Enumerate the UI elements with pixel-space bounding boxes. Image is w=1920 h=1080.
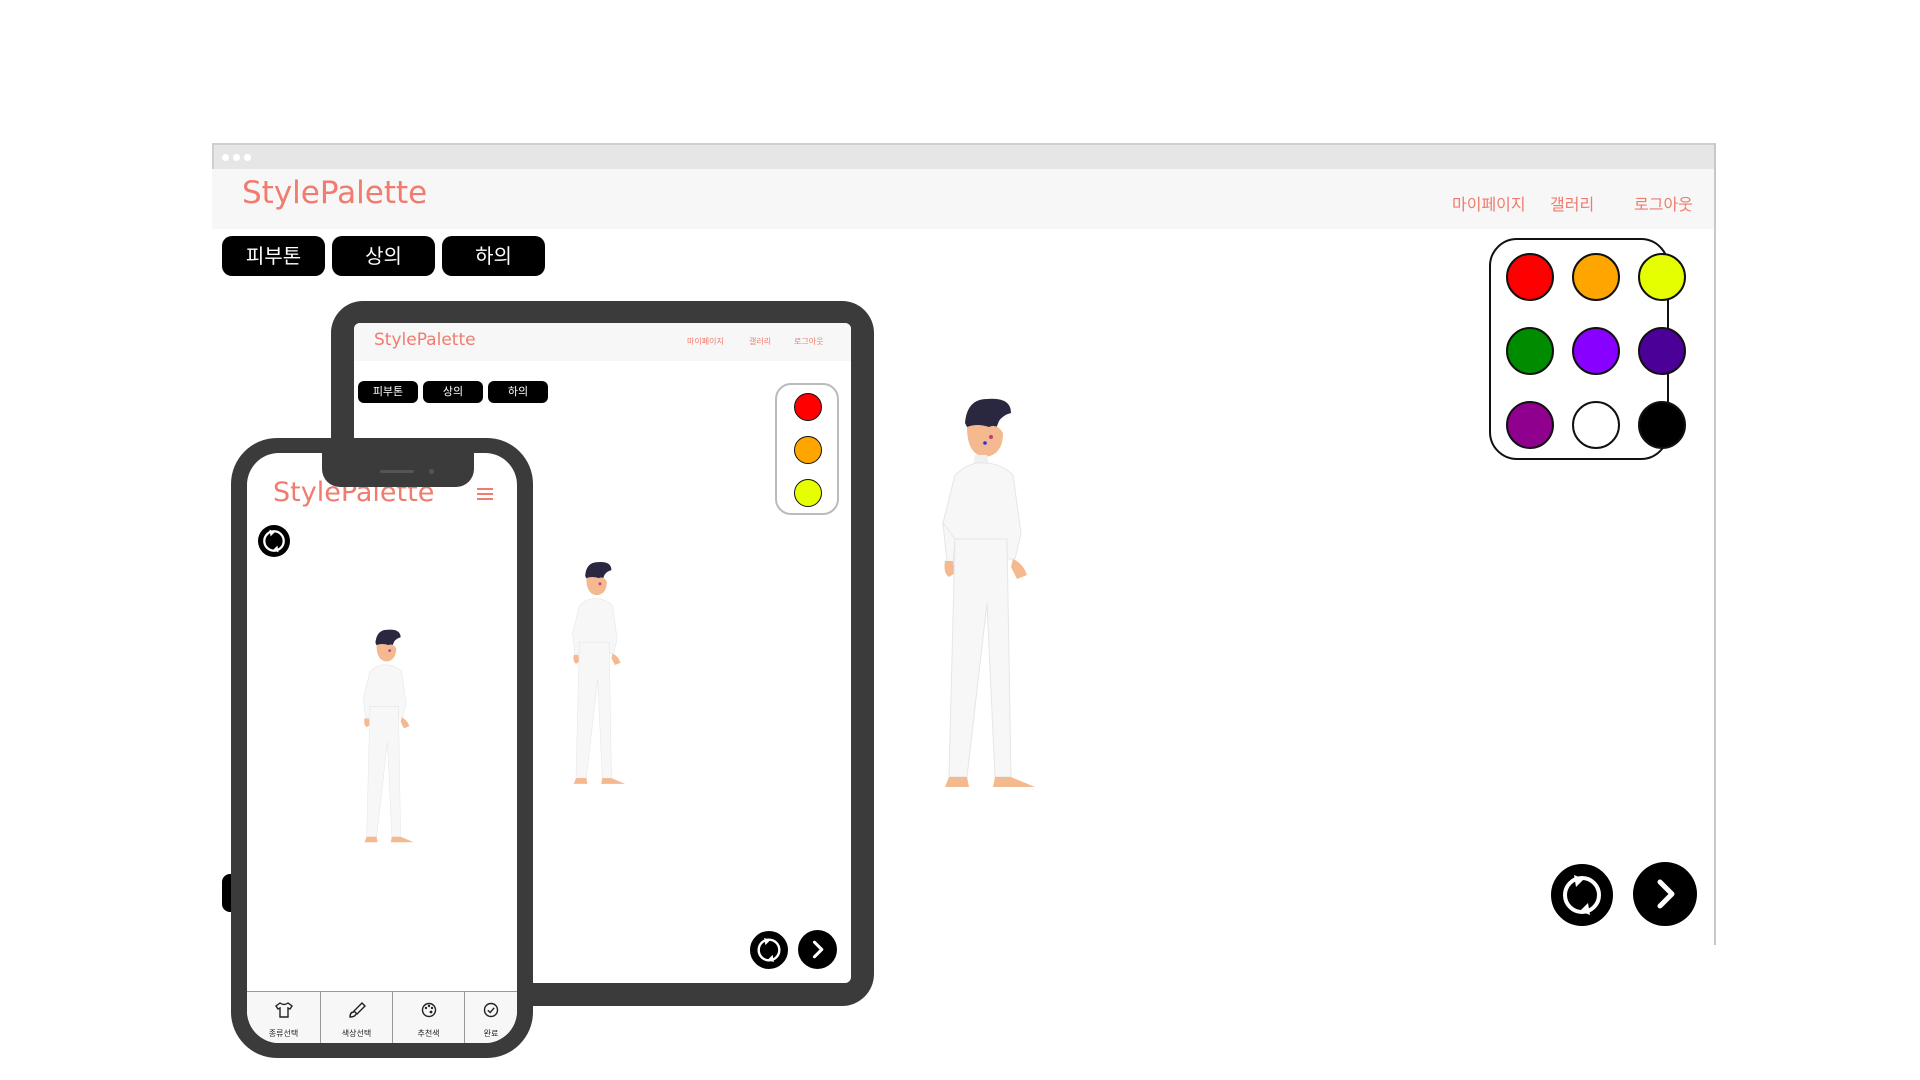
tablet-color-palette [775, 383, 839, 515]
speaker-grill [380, 470, 414, 473]
color-swatch[interactable] [1638, 327, 1686, 375]
browser-title-bar [212, 143, 1716, 169]
tablet-nav-logout[interactable]: 로그아웃 [794, 336, 823, 347]
tablet-brand-logo[interactable]: StylePalette [374, 330, 476, 350]
tab-label: 완료 [483, 1029, 499, 1038]
category-button-top[interactable]: 상의 [332, 236, 435, 276]
brand-logo[interactable]: StylePalette [242, 175, 427, 211]
color-swatch[interactable] [1506, 327, 1554, 375]
tablet-nav-gallery[interactable]: 갤러리 [749, 336, 771, 347]
window-dot-icon [233, 154, 240, 161]
check-circle-icon [483, 1002, 499, 1018]
tablet-character-figure [572, 562, 626, 784]
refresh-icon [263, 529, 285, 553]
nav-link-mypage[interactable]: 마이페이지 [1452, 191, 1526, 215]
mobile-screen: StylePalette 종류선택 색상선택 추천색 완료 [247, 453, 517, 1043]
hamburger-menu-button[interactable] [477, 486, 493, 505]
hamburger-icon [477, 488, 493, 500]
window-dot-icon [244, 154, 251, 161]
category-button-bottom[interactable]: 하의 [442, 236, 545, 276]
next-button[interactable] [1633, 862, 1697, 926]
color-swatch[interactable] [1506, 253, 1554, 301]
tab-label: 추천색 [417, 1029, 440, 1038]
brush-icon [348, 1002, 366, 1018]
tablet-reset-button[interactable] [750, 931, 788, 969]
mobile-tab-bar: 종류선택 색상선택 추천색 완료 [247, 991, 517, 1043]
color-palette [1489, 238, 1686, 460]
tablet-color-swatch[interactable] [794, 436, 822, 464]
browser-border [1714, 143, 1716, 945]
nav-link-gallery[interactable]: 갤러리 [1550, 191, 1594, 215]
shirt-icon [274, 1002, 293, 1018]
tablet-nav-mypage[interactable]: 마이페이지 [687, 336, 724, 347]
tab-color-select[interactable]: 색상선택 [321, 992, 393, 1043]
mobile-reset-button[interactable] [258, 525, 290, 557]
palette-icon [421, 1002, 436, 1018]
color-swatch[interactable] [1572, 327, 1620, 375]
refresh-icon [1563, 875, 1601, 915]
phone-notch [322, 453, 474, 487]
category-button-skin-tone[interactable]: 피부톤 [222, 236, 325, 276]
mobile-character-figure [363, 629, 414, 843]
tablet-category-top[interactable]: 상의 [423, 381, 483, 403]
tablet-category-bottom[interactable]: 하의 [488, 381, 548, 403]
tab-label: 종류선택 [268, 1029, 299, 1038]
color-swatch[interactable] [1506, 401, 1554, 449]
mobile-device: StylePalette 종류선택 색상선택 추천색 완료 [231, 438, 533, 1058]
tablet-category-skin-tone[interactable]: 피부톤 [358, 381, 418, 403]
color-swatch[interactable] [1638, 401, 1686, 449]
tab-recommended-colors[interactable]: 추천색 [393, 992, 465, 1043]
tablet-color-swatch[interactable] [794, 393, 822, 421]
tablet-navbar: StylePalette 마이페이지 갤러리 로그아웃 [354, 323, 851, 361]
reset-button[interactable] [1551, 864, 1613, 926]
tab-done[interactable]: 완료 [465, 992, 517, 1043]
tablet-next-button[interactable] [798, 930, 837, 969]
tab-type-select[interactable]: 종류선택 [247, 992, 321, 1043]
chevron-right-icon [1657, 879, 1675, 909]
color-swatch[interactable] [1638, 253, 1686, 301]
color-swatch[interactable] [1572, 253, 1620, 301]
color-swatch[interactable] [1572, 401, 1620, 449]
refresh-icon [757, 937, 781, 963]
chevron-right-icon [812, 940, 824, 959]
tab-label: 색상선택 [341, 1029, 372, 1038]
nav-link-logout[interactable]: 로그아웃 [1634, 191, 1693, 215]
character-figure [942, 398, 1035, 787]
tablet-color-swatch[interactable] [794, 479, 822, 507]
window-dot-icon [222, 154, 229, 161]
camera-dot [429, 469, 434, 474]
